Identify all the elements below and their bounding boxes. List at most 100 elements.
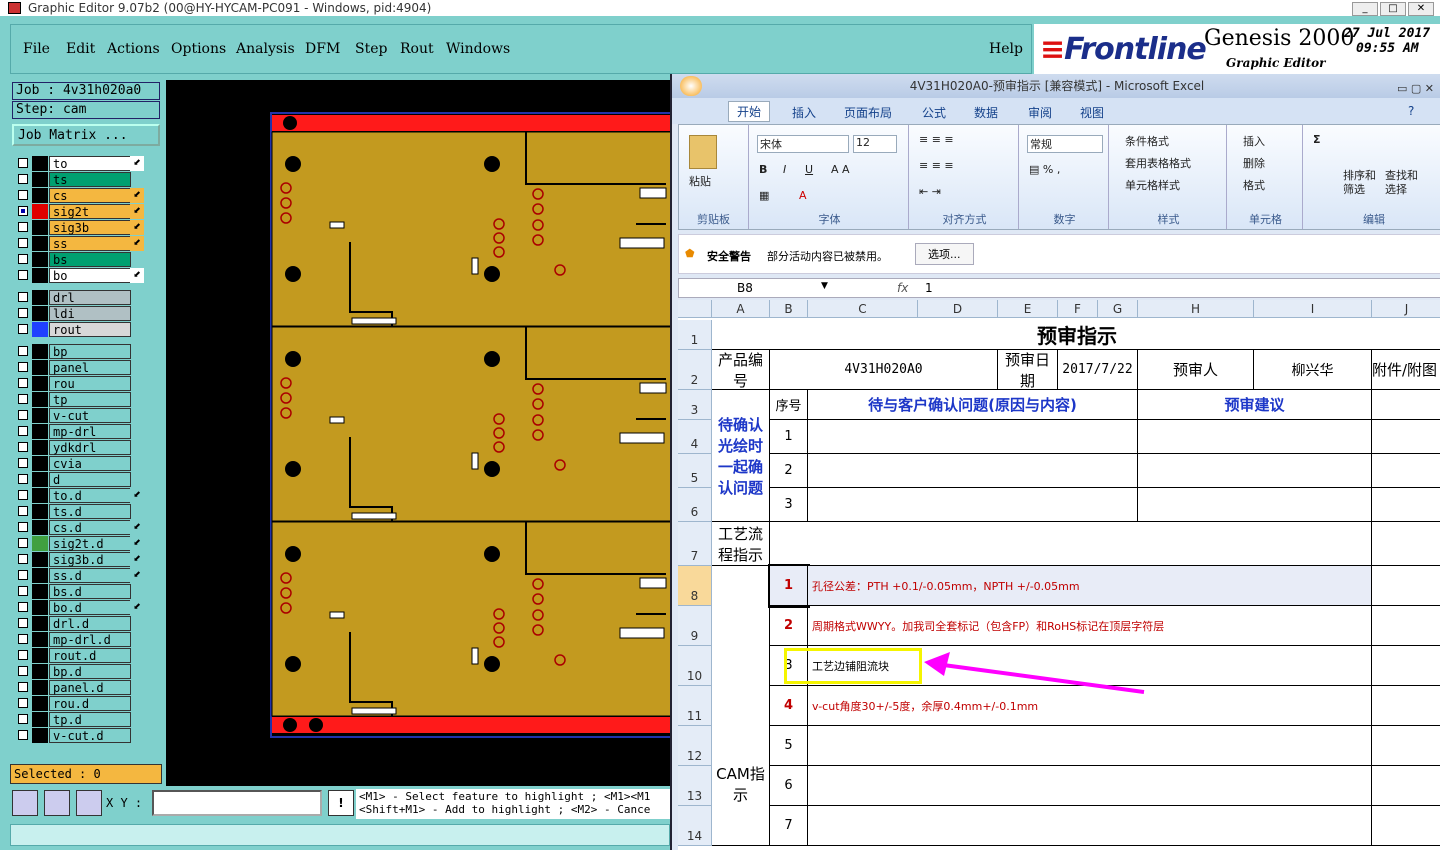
tab-view[interactable]: 视图 <box>1080 104 1104 121</box>
date-label[interactable]: 预审日期 <box>998 350 1058 390</box>
layer-row[interactable]: cs ⬋ <box>16 188 144 203</box>
tab-review[interactable]: 审阅 <box>1028 104 1052 121</box>
layer-row[interactable]: v-cut.d <box>16 728 144 743</box>
column-header[interactable]: F <box>1058 300 1098 318</box>
layer-row[interactable]: panel <box>16 360 144 375</box>
cam-seq[interactable]: 7 <box>770 806 808 846</box>
layer-color-swatch[interactable] <box>32 360 48 375</box>
row-header[interactable]: 5 <box>678 454 712 488</box>
layer-color-swatch[interactable] <box>32 456 48 471</box>
layer-row[interactable]: v-cut <box>16 408 144 423</box>
layer-color-swatch[interactable] <box>32 680 48 695</box>
layer-row[interactable]: to ⬋ <box>16 156 144 171</box>
layer-color-swatch[interactable] <box>32 376 48 391</box>
percent-icon[interactable]: ▤ % , <box>1029 163 1060 176</box>
layer-name[interactable]: to <box>49 156 131 171</box>
layer-color-swatch[interactable] <box>32 728 48 743</box>
cam-item[interactable] <box>808 766 1372 806</box>
cam-attach[interactable] <box>1372 646 1440 686</box>
layer-color-swatch[interactable] <box>32 568 48 583</box>
layer-name[interactable]: mp-drl.d <box>49 632 131 647</box>
tab-page-layout[interactable]: 页面布局 <box>844 104 892 121</box>
layer-checkbox[interactable] <box>18 634 28 644</box>
layer-row[interactable]: d <box>16 472 144 487</box>
font-size-select[interactable]: 12 <box>853 135 897 153</box>
layer-row[interactable]: panel.d <box>16 680 144 695</box>
measure-icon[interactable] <box>44 790 70 816</box>
layer-name[interactable]: rou <box>49 376 131 391</box>
layer-name[interactable]: bs <box>49 252 131 267</box>
layer-name[interactable]: mp-drl <box>49 424 131 439</box>
layer-checkbox[interactable] <box>18 346 28 356</box>
layer-name[interactable]: rou.d <box>49 696 131 711</box>
paste-icon[interactable] <box>689 135 717 169</box>
layer-name[interactable]: bp.d <box>49 664 131 679</box>
layer-color-swatch[interactable] <box>32 584 48 599</box>
layer-color-swatch[interactable] <box>32 172 48 187</box>
layer-name[interactable]: bo <box>49 268 131 283</box>
font-name-select[interactable]: 宋体 <box>757 135 849 153</box>
layer-color-swatch[interactable] <box>32 632 48 647</box>
format-as-table-button[interactable]: 套用表格格式 <box>1125 155 1191 171</box>
conditional-format-button[interactable]: 条件格式 <box>1125 133 1169 149</box>
layer-checkbox[interactable] <box>18 474 28 484</box>
layer-checkbox[interactable] <box>18 174 28 184</box>
attach-label[interactable]: 附件/附图 <box>1372 350 1440 390</box>
layer-color-swatch[interactable] <box>32 306 48 321</box>
pending-issue[interactable] <box>808 488 1138 522</box>
underline-button[interactable]: U <box>805 163 813 176</box>
column-header[interactable]: G <box>1098 300 1138 318</box>
tab-formulas[interactable]: 公式 <box>922 104 946 121</box>
pending-attach[interactable] <box>1372 488 1440 522</box>
layer-row[interactable]: sig3b ⬋ <box>16 220 144 235</box>
layer-color-swatch[interactable] <box>32 504 48 519</box>
layer-row[interactable]: sig2t ⬋ <box>16 204 144 219</box>
menu-options[interactable]: Options <box>171 41 226 57</box>
cam-item[interactable]: 孔径公差：PTH +0.1/-0.05mm，NPTH +/-0.05mm <box>808 566 1372 606</box>
grow-font-icon[interactable]: A A <box>831 163 850 176</box>
layer-name[interactable]: cs <box>49 188 131 203</box>
column-header[interactable]: A <box>712 300 770 318</box>
layer-color-swatch[interactable] <box>32 472 48 487</box>
layer-checkbox[interactable] <box>18 490 28 500</box>
layer-color-swatch[interactable] <box>32 664 48 679</box>
close-button[interactable]: ✕ <box>1408 2 1434 16</box>
cell-styles-button[interactable]: 单元格样式 <box>1125 177 1180 193</box>
row-header[interactable]: 12 <box>678 726 712 766</box>
layer-checkbox[interactable] <box>18 714 28 724</box>
layer-checkbox[interactable] <box>18 682 28 692</box>
issue-header[interactable]: 待与客户确认问题(原因与内容) <box>808 390 1138 420</box>
layer-checkbox[interactable] <box>18 618 28 628</box>
row-header[interactable]: 14 <box>678 806 712 846</box>
layer-row[interactable]: rout.d <box>16 648 144 663</box>
formula-input[interactable]: 1 <box>925 281 933 295</box>
worksheet-grid[interactable]: A B C D E F G H I J 1 2 3 4 5 6 7 8 9 10 11 12 13 14 预审指示 产品编号 4V3… <box>678 300 1440 850</box>
italic-button[interactable]: I <box>783 163 786 176</box>
layer-checkbox[interactable] <box>18 666 28 676</box>
product-label[interactable]: 产品编号 <box>712 350 770 390</box>
layer-color-swatch[interactable] <box>32 220 48 235</box>
row-header[interactable]: 10 <box>678 646 712 686</box>
layer-name[interactable]: bp <box>49 344 131 359</box>
column-header[interactable]: C <box>808 300 918 318</box>
layer-checkbox[interactable] <box>18 270 28 280</box>
cam-item[interactable]: v-cut角度30+/-5度，余厚0.4mm+/-0.1mm <box>808 686 1372 726</box>
layer-checkbox[interactable] <box>18 222 28 232</box>
office-button[interactable] <box>680 76 702 96</box>
layer-row[interactable]: cvia <box>16 456 144 471</box>
layer-name[interactable]: sig2t.d <box>49 536 131 551</box>
cam-seq[interactable]: 4 <box>770 686 808 726</box>
layer-name[interactable]: to.d <box>49 488 131 503</box>
layer-checkbox[interactable] <box>18 458 28 468</box>
menu-help[interactable]: Help <box>989 41 1023 57</box>
row-header[interactable]: 13 <box>678 766 712 806</box>
zoom-fit-icon[interactable] <box>12 790 38 816</box>
layer-checkbox[interactable] <box>18 308 28 318</box>
layer-row[interactable]: bo ⬋ <box>16 268 144 283</box>
layer-color-swatch[interactable] <box>32 616 48 631</box>
number-format-select[interactable]: 常规 <box>1027 135 1103 153</box>
reviewer-value[interactable]: 柳兴华 <box>1254 350 1372 390</box>
layer-checkbox[interactable] <box>18 538 28 548</box>
layer-name[interactable]: ss.d <box>49 568 131 583</box>
cam-attach[interactable] <box>1372 686 1440 726</box>
